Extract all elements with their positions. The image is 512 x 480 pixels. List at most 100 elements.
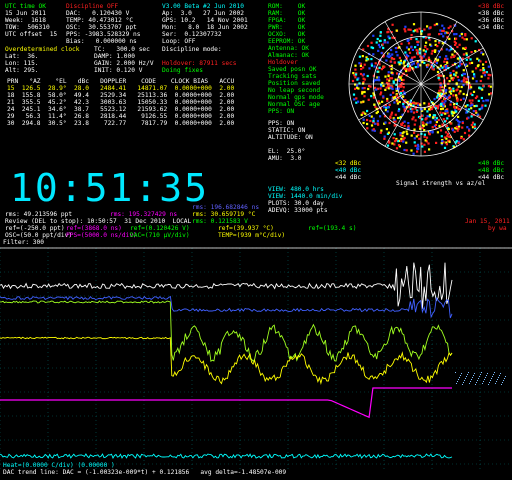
flag-item: Almanac: OK [268, 52, 309, 59]
fix-mode: Doing fixes [162, 67, 203, 74]
signal-dot [470, 51, 473, 54]
signal-dot [462, 92, 465, 96]
adev-point [483, 381, 484, 382]
signal-dot [424, 118, 427, 121]
signal-dot [388, 53, 391, 56]
signal-dot [446, 57, 449, 60]
adev-point [488, 384, 489, 385]
signal-dot [483, 74, 486, 77]
signal-dot [458, 121, 461, 124]
adev-point [487, 373, 488, 374]
adev-point [457, 381, 458, 382]
signal-dot [366, 58, 369, 61]
signal-dot [370, 58, 373, 61]
signal-dot [432, 65, 435, 68]
signal-dot [392, 137, 395, 140]
signal-dot [395, 50, 398, 54]
legend-white3: <34 dBc [478, 24, 505, 31]
signal-dot [389, 93, 392, 96]
signal-dot [440, 142, 443, 145]
signal-dot [394, 47, 397, 50]
signal-dot [402, 105, 405, 108]
gps-version: GPS: 10.2 14 Nov 2001 [162, 17, 248, 24]
signal-dot [426, 48, 429, 51]
gain: GAIN: 2.000 Hz/V [94, 60, 154, 67]
signal-dot [444, 112, 447, 115]
signal-dot [438, 33, 441, 36]
signal-dot [436, 107, 440, 110]
signal-dot [479, 87, 482, 90]
signal-dot [475, 104, 478, 107]
signal-dot [471, 77, 475, 80]
signal-dot [391, 36, 394, 39]
signal-dot [439, 102, 443, 105]
signal-dot [352, 93, 356, 96]
adev-ref: ref=(193.4 s) [308, 225, 357, 232]
signal-dot [379, 115, 382, 118]
signal-dot [440, 113, 443, 116]
signal-dot [415, 110, 418, 113]
signal-dot [421, 118, 424, 121]
signal-dot [439, 86, 442, 89]
signal-dot [455, 110, 458, 113]
dac-ref: ref=(0.120426 V) [130, 225, 190, 232]
sat-row: 29 56.3 11.4° 26.8 2818.44 9126.55 0.000… [7, 113, 235, 120]
signal-dot [442, 118, 445, 121]
signal-dot [465, 38, 468, 41]
signal-dot [463, 72, 467, 76]
signal-dot [484, 104, 487, 107]
time-plot[interactable] [0, 238, 512, 470]
signal-dot [465, 111, 468, 114]
signal-dot [366, 74, 369, 78]
signal-dot [461, 126, 464, 129]
signal-dot [434, 119, 437, 122]
signal-dot [356, 84, 359, 87]
signal-dot [473, 75, 476, 78]
signal-dot [407, 110, 410, 113]
signal-dot [462, 53, 465, 56]
signal-dot [442, 35, 445, 38]
signal-dot [455, 33, 458, 36]
signal-dot [403, 28, 406, 31]
signal-dot [474, 50, 477, 53]
signal-dot [399, 132, 402, 135]
signal-dot [420, 132, 423, 135]
signal-dot [470, 107, 473, 110]
signal-dot [428, 38, 431, 41]
signal-dot [442, 29, 445, 33]
signal-dot [405, 46, 409, 49]
legend-red: <38 dBc [478, 3, 505, 10]
signal-dot [379, 93, 382, 96]
signal-dot [435, 141, 438, 144]
signal-dot [406, 39, 409, 42]
adev-point [467, 374, 468, 375]
signal-dot [370, 95, 373, 98]
signal-dot [448, 135, 451, 138]
date: 15 Jun 2011 [5, 10, 46, 17]
signal-dot [374, 79, 377, 82]
signal-dot [431, 126, 434, 129]
adev-point [459, 377, 460, 378]
signal-dot [428, 148, 431, 151]
signal-dot [386, 99, 389, 102]
signal-dot [414, 144, 417, 147]
flag-item: ROM: OK [268, 3, 306, 10]
signal-dot [390, 48, 393, 52]
signal-dot [435, 61, 438, 65]
signal-dot [351, 79, 355, 83]
signal-dot [423, 102, 426, 105]
adev-point [496, 381, 497, 382]
signal-dot [360, 113, 363, 116]
signal-dot [423, 61, 426, 64]
signal-dot [410, 59, 413, 62]
signal-dot [413, 131, 416, 134]
signal-dot [458, 92, 461, 95]
signal-dot [416, 52, 419, 55]
signal-dot [402, 78, 405, 82]
signal-dot [452, 90, 455, 93]
signal-dot [460, 33, 463, 36]
signal-dot [378, 79, 381, 82]
signal-dot [421, 145, 424, 148]
signal-dot [415, 38, 418, 41]
signal-dot [453, 54, 456, 57]
